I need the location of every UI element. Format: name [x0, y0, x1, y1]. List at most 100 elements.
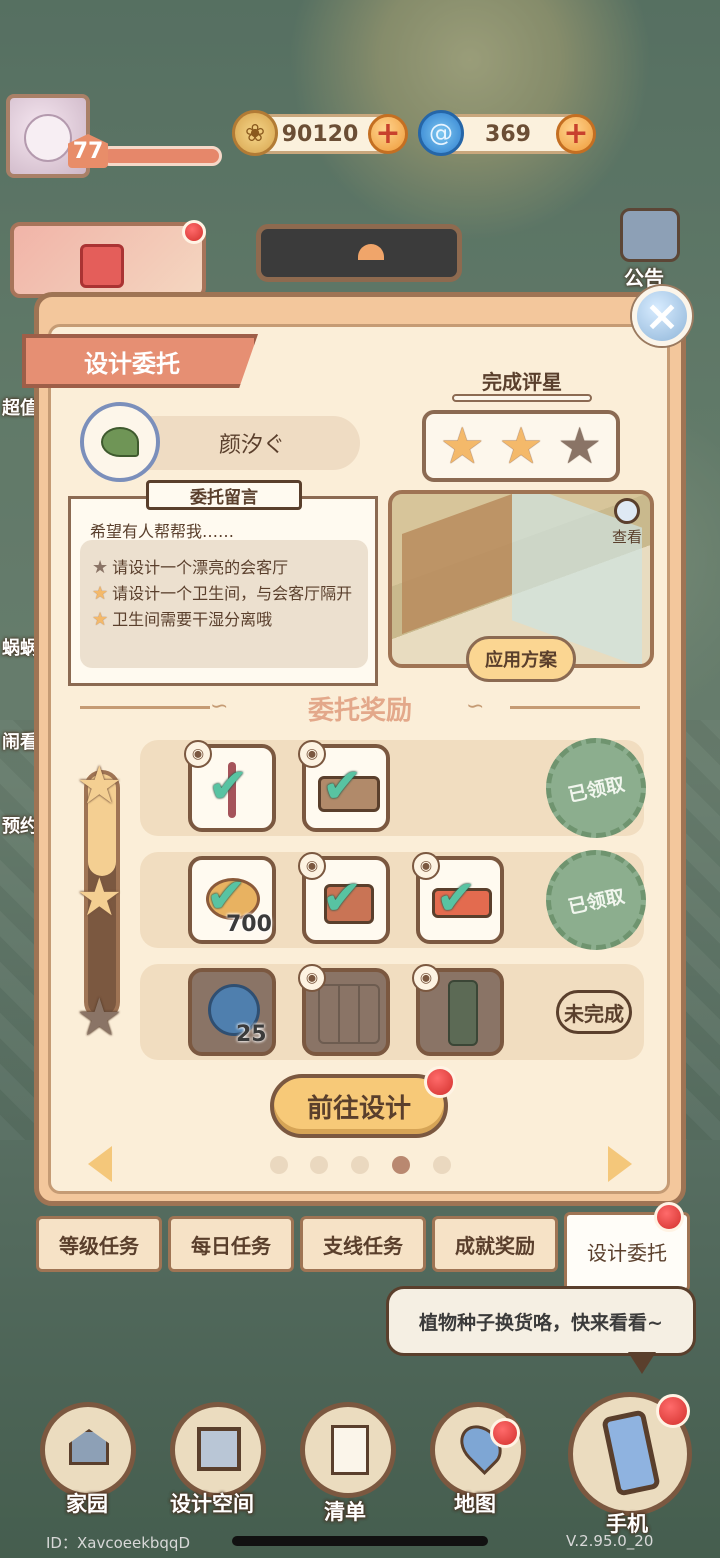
rating-star-empty-icon: ★: [557, 417, 603, 475]
tab-side-tasks[interactable]: 支线任务: [300, 1216, 426, 1272]
tab-achievements[interactable]: 成就奖励: [432, 1216, 558, 1272]
preview-eye-icon[interactable]: ◉: [412, 964, 440, 992]
close-button[interactable]: ×: [632, 286, 692, 346]
nav-home-label: 家园: [66, 1492, 108, 1516]
player-id: ID：XavcoeekbqqD: [46, 1534, 191, 1552]
map-notification-dot: [490, 1418, 520, 1448]
go-design-button[interactable]: 前往设计: [270, 1074, 448, 1138]
nav-list-button[interactable]: [300, 1402, 396, 1498]
gift-box-icon: [80, 244, 124, 288]
npc-speech-bubble[interactable]: 植物种子换货咯，快来看看~: [386, 1286, 696, 1356]
nav-home-button[interactable]: [40, 1402, 136, 1498]
cabinet-icon: [448, 980, 478, 1046]
page-dot[interactable]: [310, 1156, 328, 1174]
panel-title-text: 设计委托: [84, 349, 180, 378]
star-empty-icon: ★: [92, 557, 109, 578]
avatar-face-icon: [24, 114, 72, 162]
add-gems-button[interactable]: +: [556, 114, 596, 154]
checkmark-icon: ✔: [436, 870, 477, 926]
tab-daily-tasks[interactable]: 每日任务: [168, 1216, 294, 1272]
next-page-arrow-icon[interactable]: [608, 1146, 632, 1182]
requirement-item: ★ 请设计一个漂亮的会客厅: [92, 558, 356, 578]
reward-count: 700: [226, 912, 272, 937]
panel-title: 设计委托: [22, 334, 258, 388]
claimed-label: 已领取: [566, 884, 627, 919]
phone-icon: [601, 1409, 661, 1497]
rewards-title: 委托奖励: [307, 696, 412, 726]
home-indicator[interactable]: [232, 1536, 488, 1546]
divider-left: [80, 706, 210, 709]
message-greeting: 希望有人帮帮我……: [90, 522, 235, 541]
reward-count: 25: [236, 1022, 267, 1047]
gem-swirl-icon: @: [418, 110, 464, 156]
nav-map-label: 地图: [454, 1492, 496, 1516]
version-label: V.2.95.0_20: [566, 1532, 654, 1550]
star-icon: ★: [92, 583, 109, 604]
plant-icon: [101, 427, 139, 457]
experience-bar: [100, 146, 222, 166]
rating-hanger: [452, 394, 592, 402]
client-name: 颜汐ぐ: [218, 433, 285, 458]
rating-stars: ★ ★ ★: [422, 410, 620, 482]
requirement-text: 请设计一个漂亮的会客厅: [112, 558, 289, 577]
page-dot[interactable]: [351, 1156, 369, 1174]
nav-design-space-label: 设计空间: [170, 1492, 254, 1516]
incomplete-badge: 未完成: [556, 990, 632, 1034]
swirl-ornament-icon: ∽: [466, 694, 485, 719]
swirl-ornament-icon: ∽: [210, 694, 229, 719]
checkmark-icon: ✔: [322, 758, 363, 814]
magnifier-icon[interactable]: [614, 498, 640, 524]
reward-slot-gems[interactable]: 25: [188, 968, 276, 1056]
tier-star-icon: ★: [76, 868, 123, 928]
bubble-tail: [628, 1352, 656, 1374]
announcement-icon[interactable]: [620, 208, 680, 262]
prev-page-arrow-icon[interactable]: [88, 1146, 112, 1182]
preview-eye-icon[interactable]: ◉: [298, 964, 326, 992]
coin-icon: ❀: [232, 110, 278, 156]
view-label[interactable]: 查看: [612, 526, 642, 547]
nav-map-button[interactable]: [430, 1402, 526, 1498]
message-tag: 委托留言: [146, 480, 302, 510]
event-notification-dot: [182, 220, 206, 244]
nav-design-space-button[interactable]: [170, 1402, 266, 1498]
apply-plan-button[interactable]: 应用方案: [466, 636, 576, 682]
requirement-item: ★ 卫生间需要干湿分离哦: [92, 610, 356, 630]
page-dot-active[interactable]: [392, 1156, 410, 1174]
page-dot[interactable]: [270, 1156, 288, 1174]
gem-amount: 369: [485, 121, 531, 147]
claimed-label: 已领取: [566, 772, 627, 807]
preview-eye-icon[interactable]: ◉: [184, 740, 212, 768]
checkmark-icon: ✔: [208, 758, 249, 814]
star-icon: ★: [92, 609, 109, 630]
preview-living-room: [402, 494, 512, 635]
rating-star-icon: ★: [498, 417, 544, 475]
blueprint-icon: [197, 1427, 241, 1471]
requirement-text: 卫生间需要干湿分离哦: [112, 610, 273, 629]
house-icon: [69, 1429, 109, 1465]
reward-slot-coins[interactable]: ✔ 700: [188, 856, 276, 944]
tier-star-empty-icon: ★: [76, 988, 123, 1048]
coin-amount: 90120: [281, 121, 359, 147]
page-dot[interactable]: [433, 1156, 451, 1174]
tab-level-tasks[interactable]: 等级任务: [36, 1216, 162, 1272]
preview-eye-icon[interactable]: ◉: [412, 852, 440, 880]
nav-list-label: 清单: [324, 1500, 366, 1524]
preview-eye-icon[interactable]: ◉: [298, 740, 326, 768]
add-coins-button[interactable]: +: [368, 114, 408, 154]
side-label-snail[interactable]: 蜗蜗: [2, 634, 38, 660]
requirement-text: 请设计一个卫生间，与会客厅隔开: [112, 584, 353, 603]
side-label-reserve[interactable]: 预约: [2, 812, 38, 838]
requirement-item: ★ 请设计一个卫生间，与会客厅隔开: [92, 584, 356, 604]
side-label-deal[interactable]: 超值: [2, 394, 38, 420]
requirements-list: ★ 请设计一个漂亮的会客厅 ★ 请设计一个卫生间，与会客厅隔开 ★ 卫生间需要干…: [80, 540, 368, 668]
rating-title: 完成评星: [482, 370, 562, 394]
tab-notification-dot: [654, 1202, 684, 1232]
tier-star-icon: ★: [76, 756, 123, 816]
phone-notification-dot: [656, 1394, 690, 1428]
checkmark-icon: ✔: [322, 870, 363, 926]
preview-eye-icon[interactable]: ◉: [298, 852, 326, 880]
shelf-icon: [318, 984, 380, 1044]
go-design-notification-dot: [424, 1066, 456, 1098]
side-label-alarm[interactable]: 闹看: [2, 728, 38, 754]
client-avatar[interactable]: [80, 402, 160, 482]
